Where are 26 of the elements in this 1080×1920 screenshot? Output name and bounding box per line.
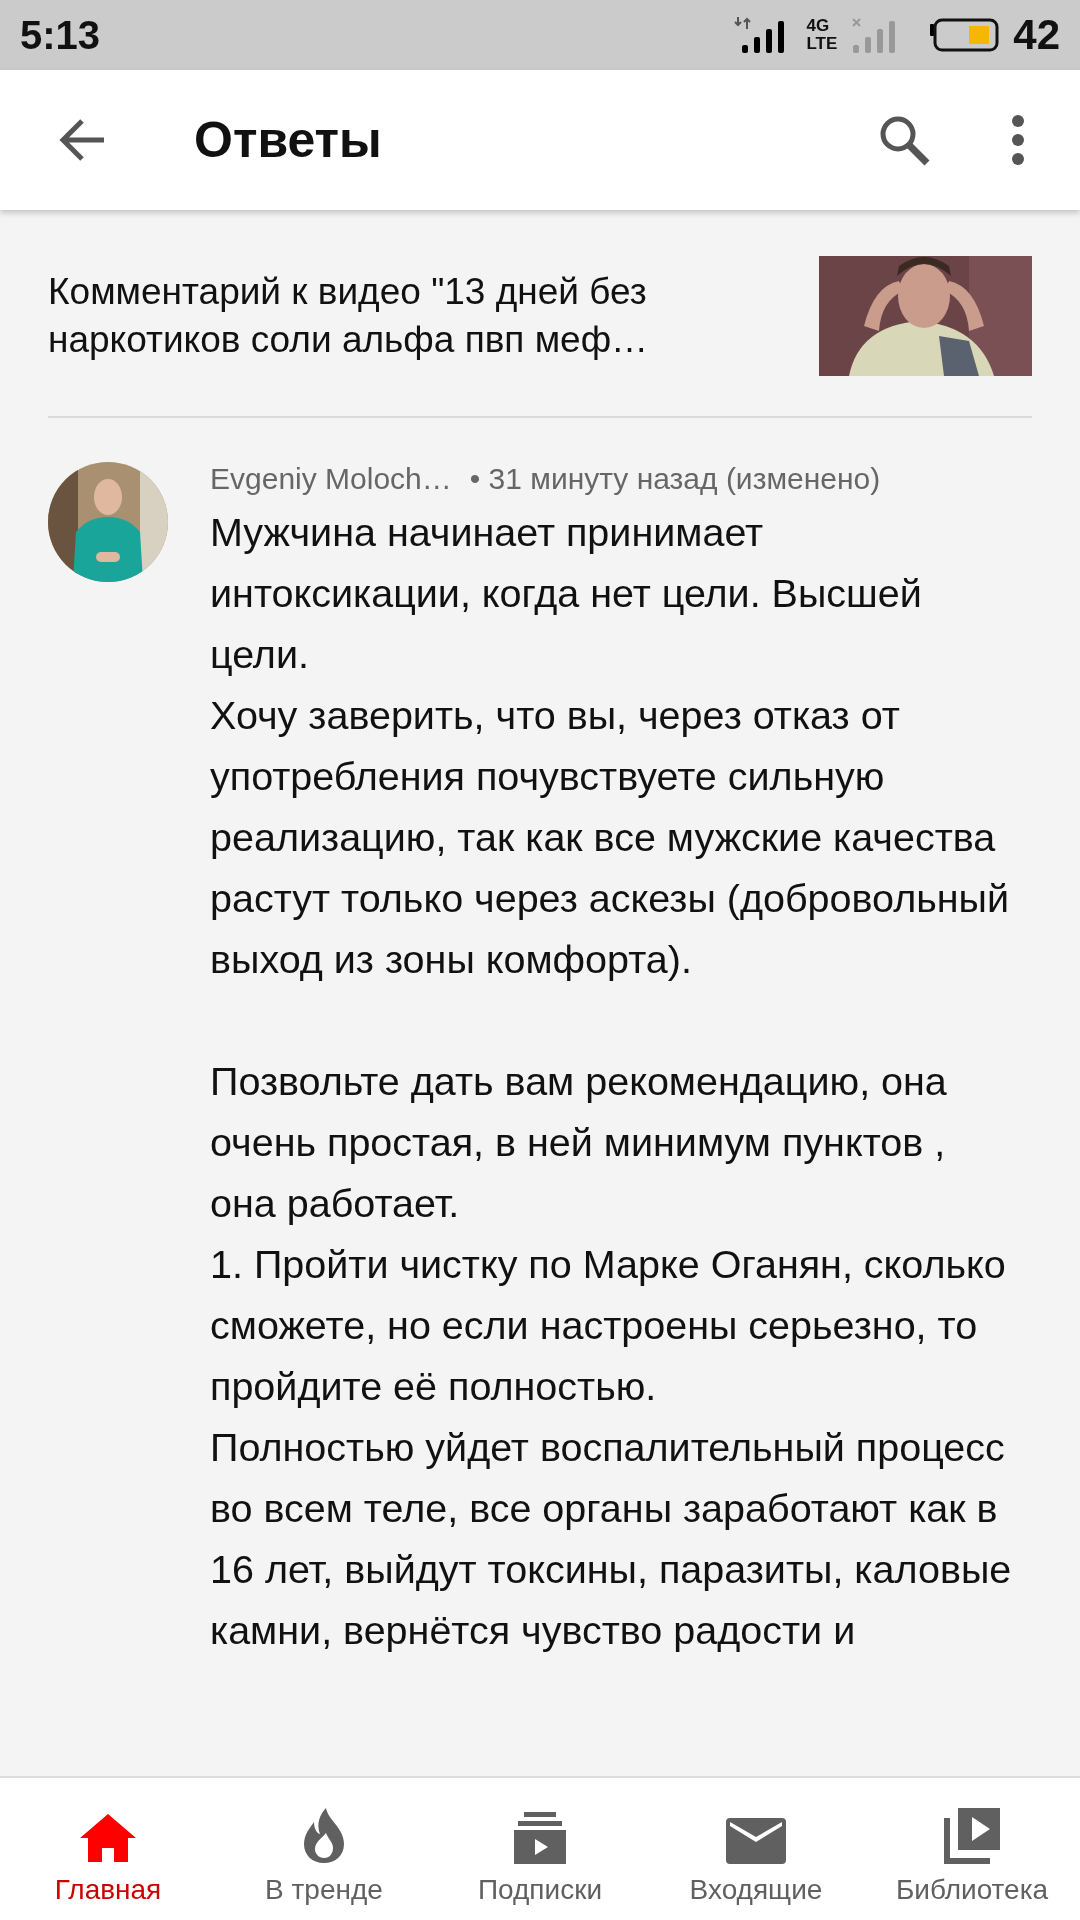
comment-text: Полностью уйдет воспалительный процесс во всем теле, все органы заработают как в 16 лет, выйдут токсины, паразиты, каловые камни, вернётся чувство радости и: [210, 1424, 1013, 1654]
status-time: 5:13: [20, 12, 102, 58]
network-subtype: LTE: [806, 35, 838, 53]
envelope-icon: [726, 1818, 786, 1864]
comment-time: • 31 минуту назад (изменено): [469, 462, 881, 496]
flame-icon: [302, 1806, 346, 1864]
battery-icon: [929, 18, 1000, 52]
more-icon: [1011, 115, 1025, 165]
comment-text: Мужчина начинает принимает интоксикации, когда нет цели. Высшей цели.: [210, 509, 923, 678]
network-type: 4G: [806, 17, 831, 35]
subscriptions-icon: [514, 1812, 566, 1864]
back-arrow-icon: [58, 118, 106, 162]
video-title[interactable]: Комментарий к видео "13 дней без наркотиков соли альфа пвп меф…: [48, 268, 799, 364]
nav-tab[interactable]: Подписки: [432, 1778, 648, 1920]
comment-text: Хочу заверить, что вы, через отказ от употребления почувствуете сильную реализацию, так как все мужские качества растут только через аскезы (добровольный выход из зоны комфорта).: [210, 692, 1011, 983]
home-icon: [78, 1812, 138, 1864]
library-icon: [944, 1808, 1000, 1864]
comment-text: Позвольте дать вам рекомендацию, она очень простая, в ней минимум пунктов , она работает.: [210, 1058, 948, 1227]
nav-tab[interactable]: Библиотека: [864, 1778, 1080, 1920]
nav-tab[interactable]: Входящие: [648, 1778, 864, 1920]
nav-tab[interactable]: Главная: [0, 1778, 216, 1920]
comment-text: 1. Пройти чистку по Марке Оганян, сколько сможете, но если настроены серьезно, то пройдите её полностью.: [210, 1241, 1007, 1410]
author-name[interactable]: Evgeniy Moloch…: [210, 462, 452, 496]
page-title: Ответы: [194, 111, 383, 169]
nav-tab[interactable]: В тренде: [216, 1778, 432, 1920]
battery-level: 42: [1013, 11, 1060, 59]
